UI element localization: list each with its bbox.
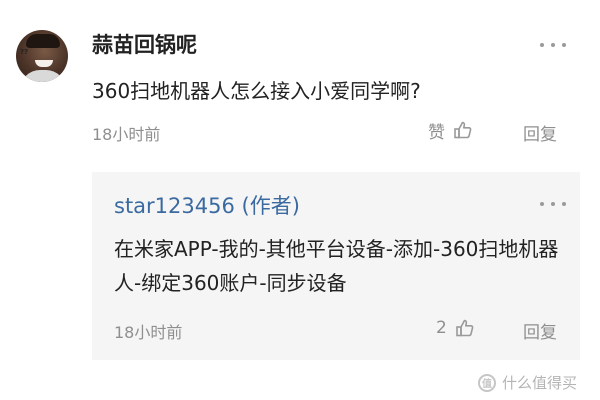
reply-timestamp: 18小时前 — [114, 323, 183, 342]
more-options-icon[interactable] — [540, 42, 566, 48]
reply-reply-button[interactable]: 回复 — [523, 318, 557, 343]
dot — [551, 202, 555, 206]
comment-timestamp: 18小时前 — [92, 125, 161, 144]
dot — [540, 43, 544, 47]
comment-text: 360扫地机器人怎么接入小爱同学啊? — [92, 79, 421, 103]
avatar[interactable]: ?? — [16, 30, 68, 82]
comment-username[interactable]: 蒜苗回锅呢 — [92, 29, 197, 59]
watermark: 值 什么值得买 — [478, 372, 577, 393]
dot — [551, 43, 555, 47]
avatar-smile — [35, 60, 53, 67]
dot — [562, 43, 566, 47]
like-label: 赞 — [428, 122, 445, 143]
reply-button[interactable]: 回复 — [523, 120, 557, 145]
avatar-tag: ?? — [20, 48, 29, 56]
avatar-hair — [26, 34, 60, 48]
reply-author[interactable]: star123456 (作者) — [114, 190, 300, 220]
reply-like-button[interactable]: 2 — [436, 316, 475, 340]
dot — [562, 202, 566, 206]
thumbs-up-icon — [456, 319, 474, 337]
dot — [540, 202, 544, 206]
like-button[interactable]: 赞 — [428, 118, 473, 143]
like-count: 2 — [436, 318, 447, 338]
thumbs-up-icon — [454, 121, 472, 139]
avatar-shirt — [20, 70, 66, 82]
watermark-logo-icon: 值 — [478, 373, 496, 392]
reply-text: 在米家APP-我的-其他平台设备-添加-360扫地机器人-绑定360账户-同步设… — [114, 237, 559, 295]
watermark-text: 什么值得买 — [502, 374, 578, 392]
more-options-icon[interactable] — [540, 201, 566, 207]
comment-thread: ?? 蒜苗回锅呢 360扫地机器人怎么接入小爱同学啊? 18小时前 赞 回复 s… — [0, 0, 600, 400]
